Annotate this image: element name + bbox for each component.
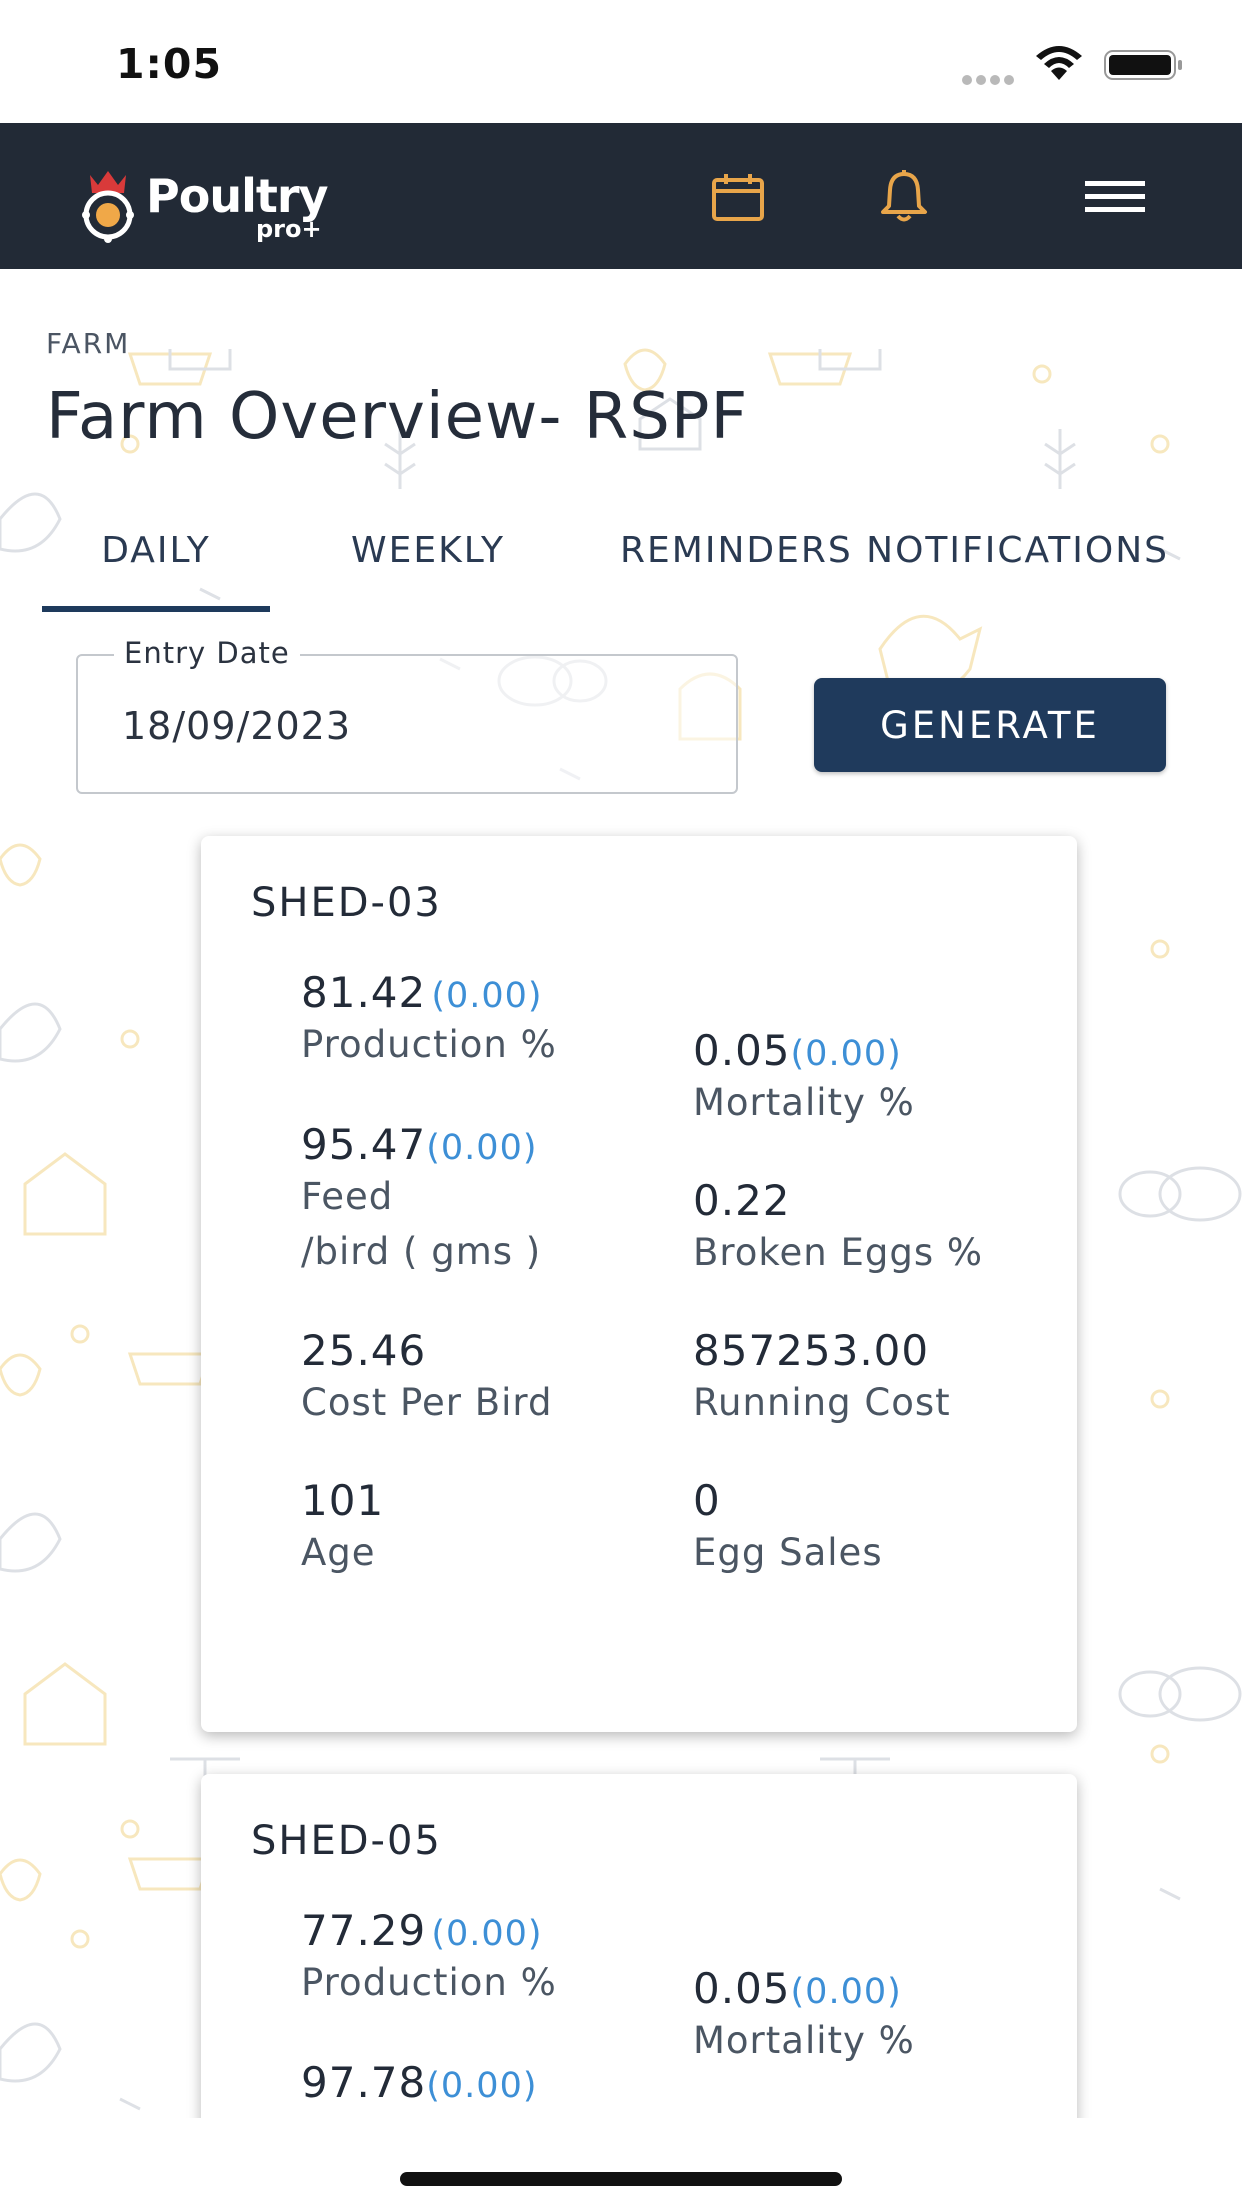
running-cost-label: Running Cost <box>693 1381 951 1424</box>
production-metric: 81.42 (0.00) Production % <box>301 968 557 1072</box>
calendar-icon <box>712 174 764 221</box>
cellular-signal-icon <box>962 70 1018 85</box>
app-logo: Poultry pro+ <box>76 165 336 245</box>
cost-per-bird-metric: 25.46 Cost Per Bird <box>301 1326 552 1430</box>
app-header: Poultry pro+ <box>0 123 1242 269</box>
scroll-content[interactable]: SHED-03 81.42 (0.00) Production % 0.05(0… <box>0 269 1242 2118</box>
battery-icon <box>1104 50 1182 80</box>
mortality-metric: 0.05(0.00) Mortality % <box>693 1026 915 1130</box>
feed-delta: (0.00) <box>426 1128 538 1168</box>
home-indicator[interactable] <box>400 2172 842 2186</box>
poultry-logo-icon <box>82 171 134 243</box>
status-bar: 1:05 <box>0 0 1242 123</box>
egg-sales-metric: 0 Egg Sales <box>693 1476 883 1580</box>
shed-name: SHED-03 <box>251 880 442 926</box>
bell-icon <box>881 170 927 222</box>
production-delta: (0.00) <box>431 976 543 1016</box>
notifications-button[interactable] <box>874 167 934 227</box>
age-value: 101 <box>301 1476 385 1525</box>
running-cost-value: 857253.00 <box>693 1326 930 1375</box>
mortality-value: 0.05 <box>693 1026 791 1075</box>
mortality-value: 0.05 <box>693 1964 791 2013</box>
shed-card: SHED-03 81.42 (0.00) Production % 0.05(0… <box>201 836 1077 1732</box>
wifi-icon <box>1036 46 1082 80</box>
logo-subtext: pro+ <box>256 215 322 243</box>
mortality-metric: 0.05(0.00) Mortality % <box>693 1964 915 2068</box>
mortality-delta: (0.00) <box>790 1972 902 2012</box>
feed-metric: 95.47(0.00) Feed /bird ( gms ) <box>301 1120 541 1279</box>
age-label: Age <box>301 1531 376 1574</box>
age-metric: 101 Age <box>301 1476 384 1580</box>
feed-delta: (0.00) <box>426 2066 538 2106</box>
production-value: 77.29 <box>301 1906 427 1955</box>
broken-eggs-value: 0.22 <box>693 1176 791 1225</box>
feed-value: 95.47 <box>301 1120 427 1169</box>
broken-eggs-label: Broken Eggs % <box>693 1231 984 1274</box>
hamburger-menu-button[interactable] <box>1084 167 1146 227</box>
production-metric: 77.29 (0.00) Production % <box>301 1906 557 2010</box>
production-label: Production % <box>301 1023 557 1066</box>
calendar-button[interactable] <box>708 167 768 227</box>
egg-sales-label: Egg Sales <box>693 1531 883 1574</box>
production-label: Production % <box>301 1961 557 2004</box>
production-delta: (0.00) <box>431 1914 543 1954</box>
cost-per-bird-value: 25.46 <box>301 1326 427 1375</box>
shed-card: SHED-05 77.29 (0.00) Production % 0.05(0… <box>201 1774 1077 2118</box>
feed-label: Feed /bird ( gms ) <box>301 1175 542 1273</box>
bottom-safe-area <box>0 2118 1242 2208</box>
broken-eggs-metric: 0.22 Broken Eggs % <box>693 1176 983 1280</box>
menu-icon <box>1085 181 1145 212</box>
production-value: 81.42 <box>301 968 427 1017</box>
cost-per-bird-label: Cost Per Bird <box>301 1381 553 1424</box>
shed-name: SHED-05 <box>251 1818 442 1864</box>
mortality-label: Mortality % <box>693 2019 915 2062</box>
running-cost-metric: 857253.00 Running Cost <box>693 1326 951 1430</box>
status-time: 1:05 <box>116 40 222 88</box>
mortality-delta: (0.00) <box>790 1034 902 1074</box>
feed-metric: 97.78(0.00) <box>301 2058 538 2107</box>
feed-value: 97.78 <box>301 2058 427 2107</box>
mortality-label: Mortality % <box>693 1081 915 1124</box>
egg-sales-value: 0 <box>693 1476 721 1525</box>
